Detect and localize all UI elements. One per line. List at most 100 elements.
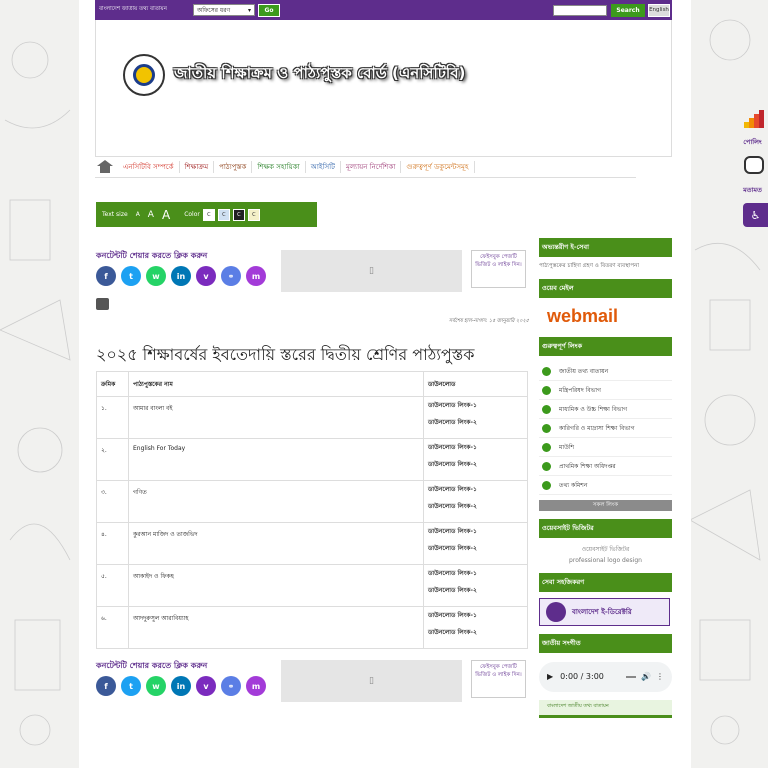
download-link-2[interactable]: ডাউনলোড লিংক-২ [428,498,523,515]
accessibility-icon[interactable]: ♿ [743,203,768,227]
share-icons-bottom: f t w in v ⚭ m [96,676,266,696]
copy-link-icon[interactable]: ⚭ [221,676,241,696]
list-item[interactable]: মাউশি [539,438,672,457]
portal-link[interactable]: বাংলাদেশ জাতীয় তথ্য বাতায়ন [99,6,187,14]
english-button[interactable]: English [648,3,670,17]
go-button[interactable]: Go [258,3,280,17]
nav-item-textbooks[interactable]: পাঠ্যপুস্তক [214,161,253,173]
webmail-heading: ওয়েব মেইল [539,279,672,298]
nav-item-teacher-guide[interactable]: শিক্ষক সহায়িকা [252,161,306,173]
nctb-logo[interactable] [123,54,165,96]
document-icon: ▯ [369,266,374,276]
home-icon[interactable] [96,160,114,174]
check-circle-icon [542,404,551,414]
search-button[interactable]: Search [611,3,645,17]
list-item[interactable]: কারিগরি ও মাদ্রাসা শিক্ষা বিভাগ [539,419,672,438]
download-link-2[interactable]: ডাউনলোড লিংক-২ [428,456,523,473]
facebook-page-link-bottom[interactable]: ফেইসবুক পেজটি ভিজিট ও লাইক দিন। [471,660,526,698]
facebook-icon[interactable]: f [96,266,116,286]
whatsapp-icon[interactable]: w [146,266,166,286]
search-input[interactable] [553,4,607,16]
chat-icon[interactable] [744,156,764,174]
linkedin-icon[interactable]: in [171,266,191,286]
nav-item-assessment[interactable]: মূল্যায়ন নির্দেশিকা [341,161,402,173]
nav-item-about[interactable]: এনসিটিবি সম্পর্কে [118,161,180,173]
twitter-icon[interactable]: t [121,676,141,696]
text-size-small[interactable]: A [136,211,140,218]
color-label: Color [184,211,200,218]
text-size-large[interactable]: A [162,208,170,222]
share-label-top: কনটেন্টটি শেয়ার করতে ক্লিক করুন [96,251,208,260]
facebook-icon[interactable]: f [96,676,116,696]
poll-label[interactable]: পোলিং [737,137,768,148]
download-link-2[interactable]: ডাউনলোড লিংক-২ [428,624,523,641]
nav-item-ict[interactable]: আইসিটি [306,161,341,173]
facebook-embed-top[interactable]: ▯ [281,250,462,292]
list-item[interactable]: জাতীয় তথ্য বাতায়ন [539,362,672,381]
download-link-1[interactable]: ডাউনলোড লিংক-১ [428,397,523,414]
color-blue-button[interactable]: C [217,208,230,221]
copy-link-icon[interactable]: ⚭ [221,266,241,286]
poll-chart-icon[interactable] [744,110,766,128]
links-heading: গুরুত্বপূর্ণ লিংক [539,337,672,356]
check-circle-icon [542,385,551,395]
download-link-1[interactable]: ডাউনলোড লিংক-১ [428,481,523,498]
nav-item-curriculum[interactable]: শিক্ষাক্রম [180,161,215,173]
textbook-table: ক্রমিক পাঠ্যপুস্তকের নাম ডাউনলোড ১. আমার … [96,371,528,649]
viber-icon[interactable]: v [196,676,216,696]
eservice-link[interactable]: পাঠ্যপুস্তকের চাহিদা গ্রহণ ও বিতরণ ব্যবস… [539,263,672,271]
twitter-icon[interactable]: t [121,266,141,286]
download-link-1[interactable]: ডাউনলোড লিংক-১ [428,439,523,456]
all-links-button[interactable]: সকল লিংক [539,500,672,511]
list-item[interactable]: মাধ্যমিক ও উচ্চ শিক্ষা বিভাগ [539,400,672,419]
serial: ৩. [96,480,129,523]
serial: ৫. [96,564,129,607]
chevron-down-icon: ▾ [247,6,251,14]
edirectory-banner[interactable]: বাংলাদেশ ই-ডিরেক্টরি [539,597,670,626]
color-white-button[interactable]: C [202,208,215,221]
messenger-icon[interactable]: m [246,676,266,696]
viber-icon[interactable]: v [196,266,216,286]
progress-track[interactable] [626,675,637,678]
office-type-select[interactable]: অফিসের ধরণ ▾ [193,4,255,16]
text-size-medium[interactable]: A [148,210,154,220]
list-item[interactable]: তথ্য কমিশন [539,476,672,495]
download-link-1[interactable]: ডাউনলোড লিংক-১ [428,523,523,540]
download-link-2[interactable]: ডাউনলোড লিংক-২ [428,414,523,431]
webmail-logo[interactable]: webmail [547,306,672,327]
anthem-audio-player[interactable]: ▶ 0:00 / 3:00 🔊 ⋮ [539,661,672,692]
table-row: ৬. আদদুরুসুল আরাবিয়্যাহ ডাউনলোড লিংক-১ ডাউ… [96,606,528,649]
whatsapp-icon[interactable]: w [146,676,166,696]
list-item[interactable]: প্রাথমিক শিক্ষা অধিদপ্তর [539,457,672,476]
linkedin-icon[interactable]: in [171,676,191,696]
visitor-caption[interactable]: professional logo design [539,555,672,566]
play-icon[interactable]: ▶ [547,672,553,681]
more-icon[interactable]: ⋮ [656,672,664,681]
check-circle-icon [542,442,551,452]
download-link-1[interactable]: ডাউনলোড লিংক-১ [428,565,523,582]
check-circle-icon [542,366,551,376]
share-icons-top: f t w in v ⚭ m [96,266,266,286]
emblem-icon [546,601,566,622]
color-yellow-button[interactable]: C [247,208,260,221]
portal-strip-banner[interactable]: বাংলাদেশ জাতীয় তথ্য বাতায়ন [539,699,672,718]
color-dark-button[interactable]: C [232,208,245,221]
serial: ২. [96,438,129,481]
serial: ৬. [96,606,129,649]
facebook-page-link-top[interactable]: ফেইসবুক পেজটি ভিজিট ও লাইক দিন। [471,250,526,288]
book-name: আদদুরুসুল আরাবিয়্যাহ [128,606,424,649]
facebook-embed-bottom[interactable]: ▯ [281,660,462,702]
volume-icon[interactable]: 🔊 [641,672,651,681]
messenger-icon[interactable]: m [246,266,266,286]
accessibility-toolbar: Text size A A A Color C C C C [96,202,317,227]
table-header-row: ক্রমিক পাঠ্যপুস্তকের নাম ডাউনলোড [96,371,528,397]
opinion-label[interactable]: মতামত [737,185,768,196]
download-link-2[interactable]: ডাউনলোড লিংক-২ [428,540,523,557]
list-item[interactable]: মন্ত্রিপরিষদ বিভাগ [539,381,672,400]
sidebar: অভ্যন্তরীণ ই-সেবা পাঠ্যপুস্তকের চাহিদা গ… [539,238,672,718]
print-icon[interactable] [96,298,109,310]
page-title: ২০২৫ শিক্ষাবর্ষের ইবতেদায়ি স্তরের দ্বিত… [96,345,475,364]
download-link-1[interactable]: ডাউনলোড লিংক-১ [428,607,523,624]
nav-item-documents[interactable]: গুরুত্বপূর্ণ ডকুমেন্টসমূহ [401,161,475,173]
download-link-2[interactable]: ডাউনলোড লিংক-২ [428,582,523,599]
